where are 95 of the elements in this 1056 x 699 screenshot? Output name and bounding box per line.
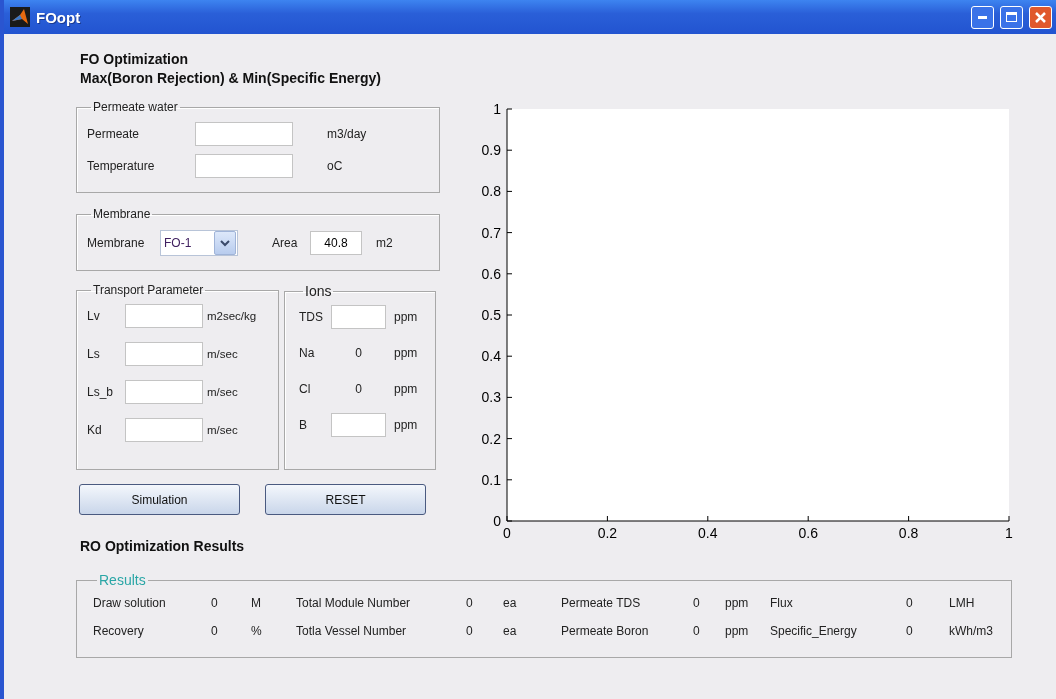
tick-label: 0.4 xyxy=(698,525,718,541)
reset-button[interactable]: RESET xyxy=(265,484,426,515)
tick-label: 0.1 xyxy=(481,471,501,488)
input-field[interactable] xyxy=(195,122,293,146)
window-title: FOopt xyxy=(36,8,82,26)
tick-label: 0.6 xyxy=(798,525,818,541)
result-unit: ea xyxy=(503,596,518,610)
input-field[interactable] xyxy=(331,413,386,437)
unit-label: m/sec xyxy=(207,348,238,360)
result-label: Recovery xyxy=(93,624,145,638)
tick-label: 0.2 xyxy=(597,525,618,541)
field-label: TDS xyxy=(299,310,324,324)
unit-label: m2sec/kg xyxy=(207,310,257,322)
result-value: 0 xyxy=(906,596,914,610)
field-label: Kd xyxy=(87,423,103,437)
result-label: Totla Vessel Number xyxy=(296,624,408,638)
tick-label: 1 xyxy=(1005,525,1013,541)
tick-label: 0 xyxy=(493,513,501,529)
simulation-button[interactable]: Simulation xyxy=(79,484,240,515)
unit-label: m/sec xyxy=(207,424,238,436)
app-heading: FO Optimization xyxy=(79,50,190,69)
tick-label: 0.2 xyxy=(481,430,501,447)
result-label: Flux xyxy=(770,596,794,610)
result-unit: LMH xyxy=(949,596,976,610)
unit-label: m/sec xyxy=(207,386,238,398)
panel-legend: Permeate water xyxy=(91,100,180,114)
tick-label: 0.5 xyxy=(481,307,501,323)
unit-label: ppm xyxy=(394,418,418,432)
result-value: 0 xyxy=(693,624,701,638)
field-label: Permeate xyxy=(87,127,141,141)
section-heading: RO Optimization Results xyxy=(79,537,246,556)
result-value: 0 xyxy=(466,624,474,638)
result-value: 0 xyxy=(211,596,219,610)
app-subheading: Max(Boron Rejection) & Min(Specific Energy) xyxy=(79,69,383,88)
field-label: B xyxy=(299,418,308,432)
close-button[interactable] xyxy=(1029,5,1052,29)
panel-legend: Ions xyxy=(303,283,334,299)
input-field[interactable] xyxy=(125,342,203,366)
field-label: Ls xyxy=(87,347,101,361)
result-value: 0 xyxy=(693,596,701,610)
unit-label: m2 xyxy=(376,236,393,250)
field-label: Membrane xyxy=(87,236,146,250)
input-field[interactable] xyxy=(331,305,386,329)
input-field[interactable] xyxy=(125,380,203,404)
result-unit: ea xyxy=(503,624,518,638)
tick-label: 0 xyxy=(503,525,511,541)
app-icon xyxy=(10,7,30,27)
result-unit: ppm xyxy=(725,596,750,610)
unit-label: ppm xyxy=(394,310,418,324)
tick-label: 0.9 xyxy=(481,142,501,159)
field-label: Temperature xyxy=(87,159,156,173)
result-label: Total Module Number xyxy=(296,596,412,610)
input-field[interactable] xyxy=(195,154,293,178)
tick-label: 0.6 xyxy=(481,265,501,282)
maximize-icon xyxy=(1006,12,1017,22)
tick-label: 1 xyxy=(493,101,501,117)
result-value: 0 xyxy=(906,624,914,638)
result-unit: ppm xyxy=(725,624,750,638)
result-label: Draw solution xyxy=(93,596,167,610)
input-field[interactable] xyxy=(125,304,203,328)
panel-legend: Transport Parameter xyxy=(91,283,206,297)
ion-value: 0 xyxy=(354,346,363,360)
tick-label: 0.7 xyxy=(481,224,501,241)
minimize-icon xyxy=(978,15,987,19)
tick-label: 0.8 xyxy=(898,525,919,541)
field-label: Ls_b xyxy=(87,385,115,399)
field-label: Area xyxy=(272,236,299,250)
tick-label: 0.8 xyxy=(481,183,501,200)
field-label: Cl xyxy=(299,382,312,396)
unit-label: ppm xyxy=(394,382,418,396)
area-field[interactable]: 40.8 xyxy=(310,231,362,255)
panel-legend: Results xyxy=(97,572,148,588)
panel-legend: Membrane xyxy=(91,207,153,221)
unit-label: ppm xyxy=(394,346,418,360)
close-icon xyxy=(1035,11,1046,23)
result-label: Permeate TDS xyxy=(561,596,642,610)
tick-label: 0.3 xyxy=(481,389,501,406)
membrane-dropdown[interactable]: FO-1 xyxy=(160,230,238,256)
result-unit: % xyxy=(251,624,263,638)
input-field[interactable] xyxy=(125,418,203,442)
field-label: Lv xyxy=(87,309,101,323)
result-value: 0 xyxy=(211,624,219,638)
result-label: Specific_Energy xyxy=(770,624,858,638)
result-value: 0 xyxy=(466,596,474,610)
result-unit: kWh/m3 xyxy=(949,624,994,638)
unit-label: oC xyxy=(327,159,343,173)
field-label: Na xyxy=(299,346,316,360)
ion-value: 0 xyxy=(354,382,363,396)
tick-label: 0.4 xyxy=(481,348,501,365)
caret-icon xyxy=(220,239,230,247)
minimize-button[interactable] xyxy=(971,5,994,29)
result-unit: M xyxy=(251,596,262,610)
result-label: Permeate Boron xyxy=(561,624,650,638)
unit-label: m3/day xyxy=(327,127,367,141)
maximize-button[interactable] xyxy=(1000,5,1023,29)
